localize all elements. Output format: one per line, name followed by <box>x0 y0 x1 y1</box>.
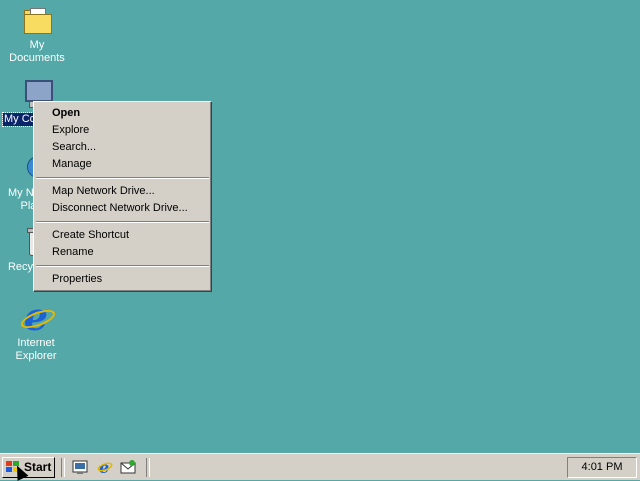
folder-icon <box>21 4 53 36</box>
menu-item-open[interactable]: Open <box>34 105 211 122</box>
menu-item-search[interactable]: Search... <box>34 139 211 156</box>
internet-explorer-icon[interactable]: e <box>97 458 113 477</box>
menu-separator <box>36 265 209 267</box>
start-button[interactable]: Start <box>2 457 55 478</box>
desktop-icon-my-documents[interactable]: My Documents <box>0 4 74 65</box>
outlook-express-icon[interactable] <box>120 459 136 475</box>
desktop[interactable]: My Documents My Computer My Network Plac… <box>0 0 640 453</box>
show-desktop-icon[interactable] <box>72 459 88 475</box>
menu-item-rename[interactable]: Rename <box>34 244 211 261</box>
desktop-icon-label: My Documents <box>9 39 65 64</box>
svg-text:e: e <box>99 459 109 475</box>
desktop-icon-internet-explorer[interactable]: e Internet Explorer <box>0 298 72 363</box>
system-tray-clock[interactable]: 4:01 PM <box>567 457 637 478</box>
menu-separator <box>36 177 209 179</box>
menu-item-properties[interactable]: Properties <box>34 271 211 288</box>
taskbar: Start e 4:01 PM <box>0 453 640 480</box>
menu-item-map-network-drive[interactable]: Map Network Drive... <box>34 183 211 200</box>
menu-item-disconnect-network-drive[interactable]: Disconnect Network Drive... <box>34 200 211 217</box>
menu-item-create-shortcut[interactable]: Create Shortcut <box>34 227 211 244</box>
menu-item-explore[interactable]: Explore <box>34 122 211 139</box>
context-menu: Open Explore Search... Manage Map Networ… <box>33 101 212 292</box>
taskbar-grip[interactable] <box>61 458 65 477</box>
menu-item-manage[interactable]: Manage <box>34 156 211 173</box>
desktop-icon-label: Internet Explorer <box>15 337 57 362</box>
internet-explorer-icon: e <box>18 298 58 336</box>
taskbar-grip[interactable] <box>146 458 150 477</box>
start-label: Start <box>24 460 52 474</box>
menu-separator <box>36 221 209 223</box>
